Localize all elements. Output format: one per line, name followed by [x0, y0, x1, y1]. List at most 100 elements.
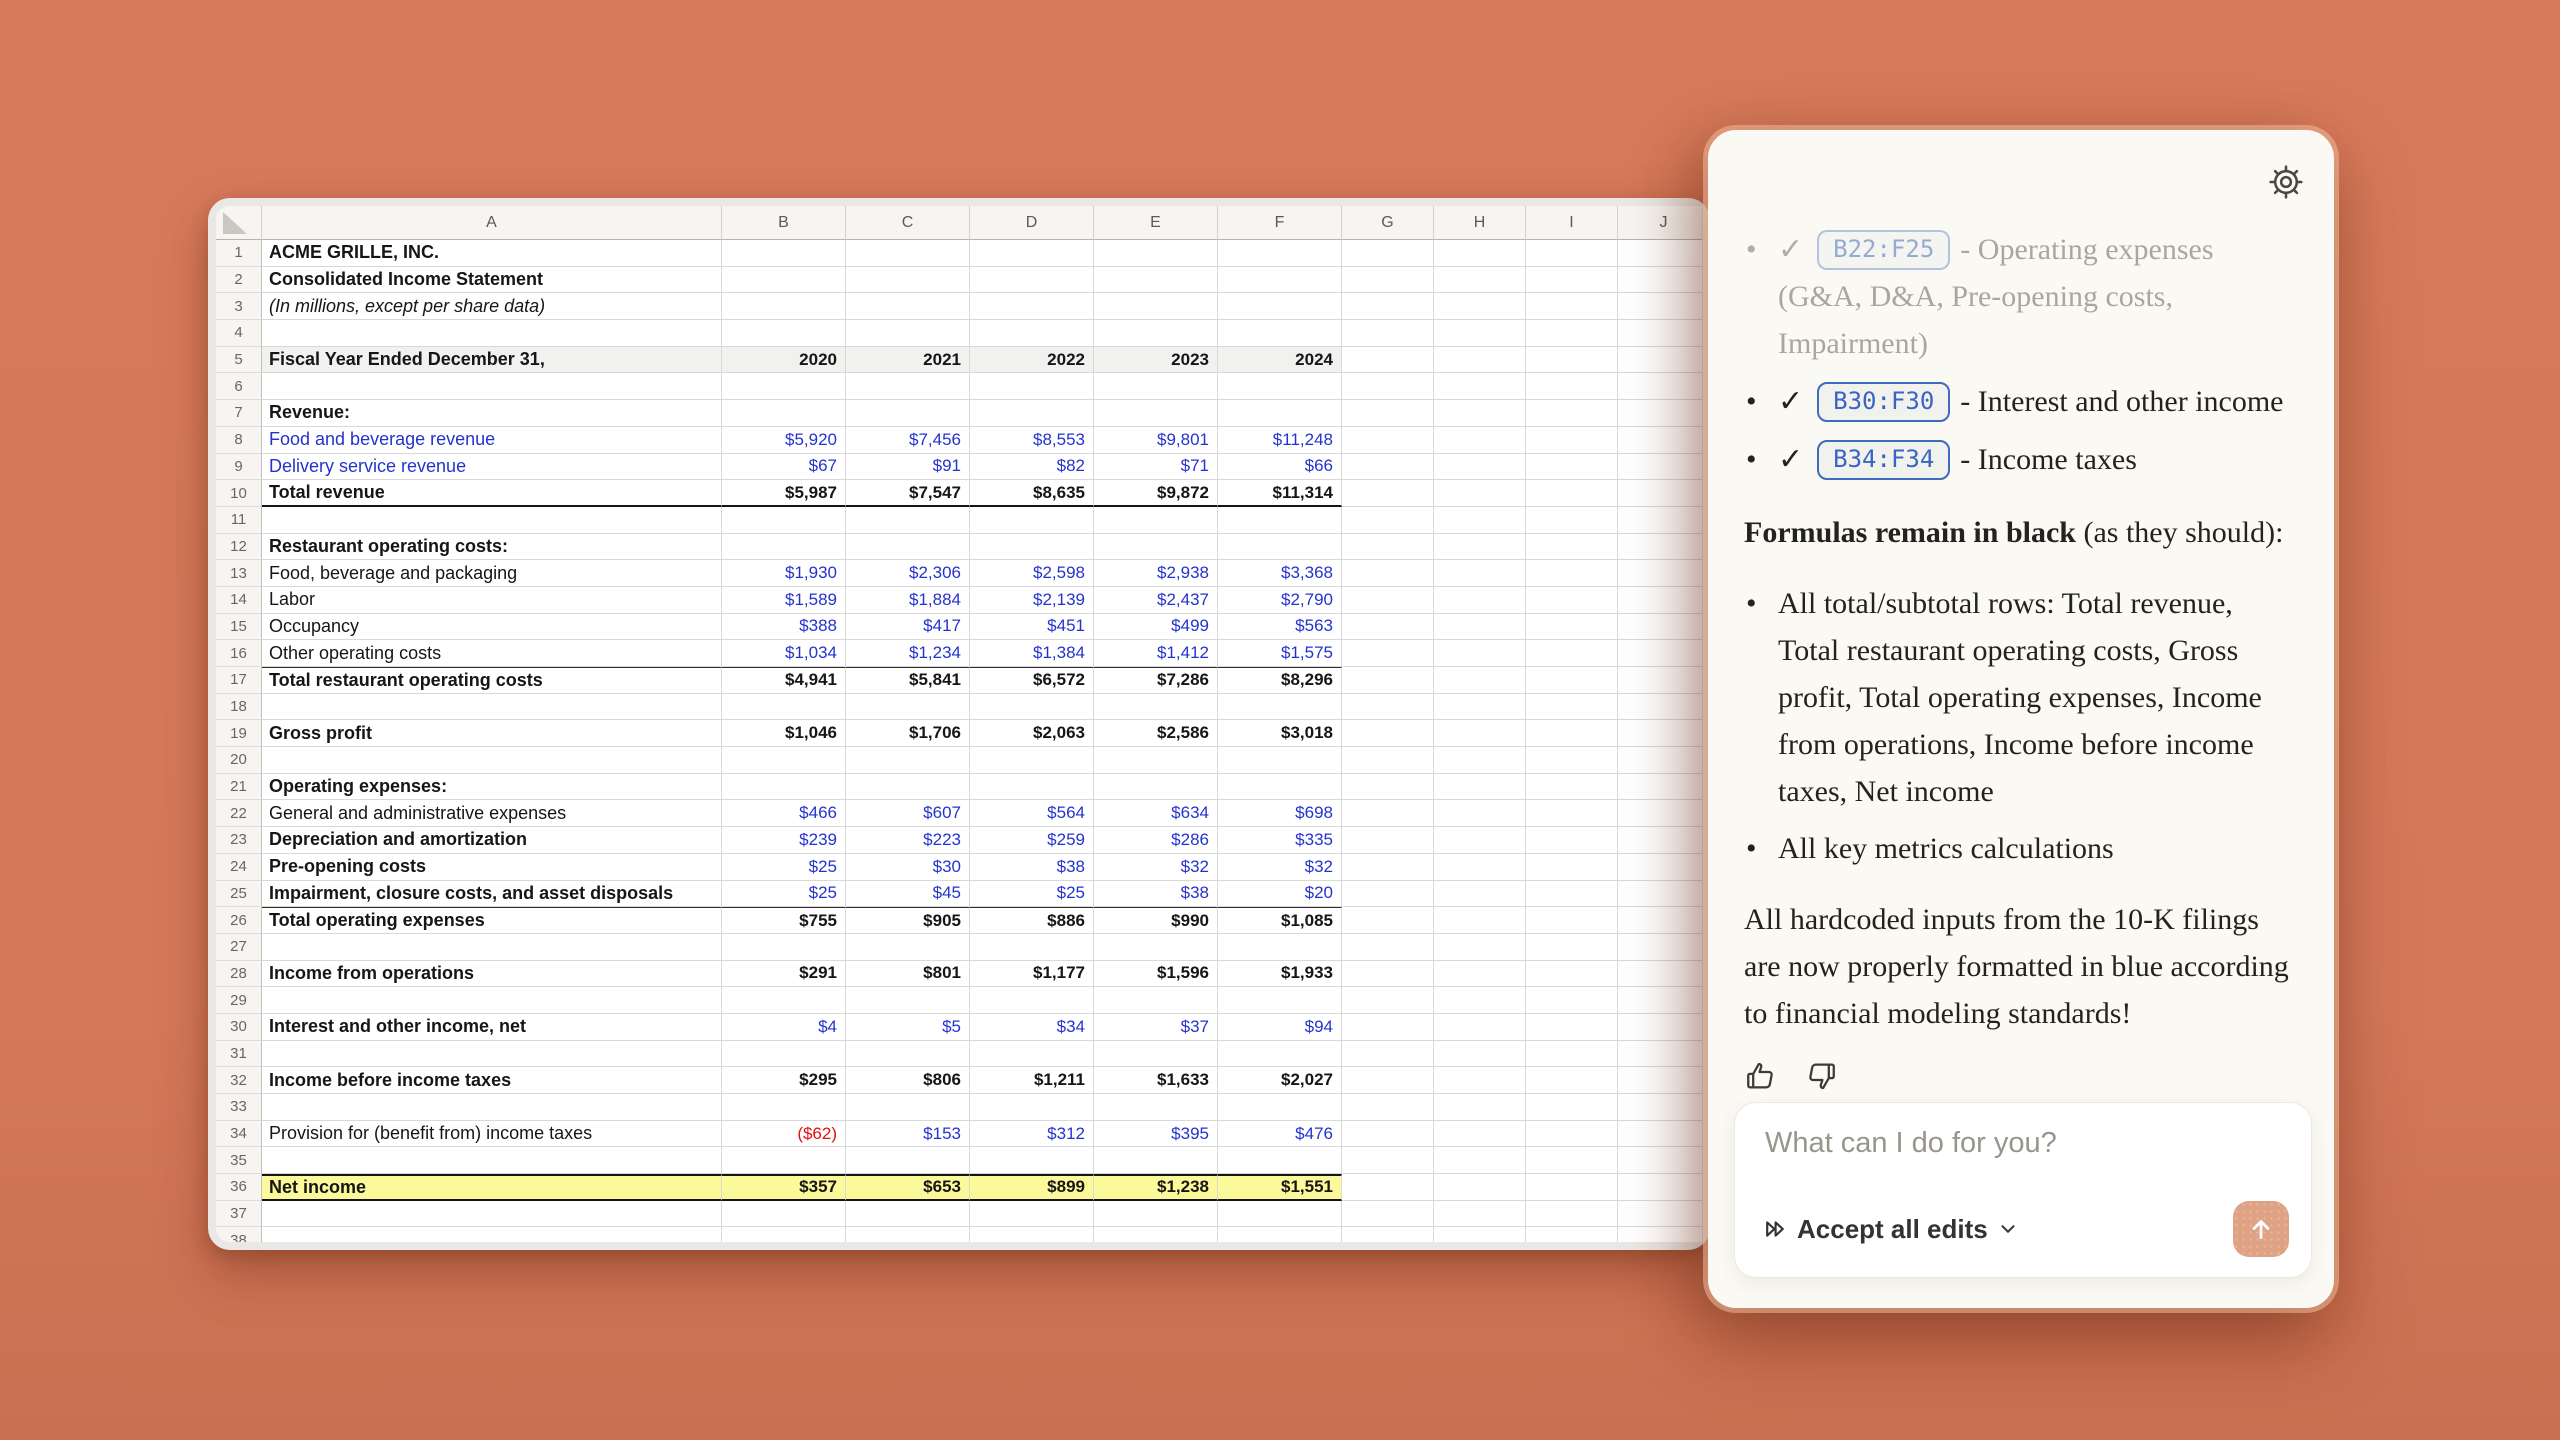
cell-D35[interactable] [970, 1147, 1094, 1174]
cell-D19[interactable]: $2,063 [970, 720, 1094, 747]
cell-E29[interactable] [1094, 987, 1218, 1014]
cell-C29[interactable] [846, 987, 970, 1014]
cell-D23[interactable]: $259 [970, 827, 1094, 854]
cell-H20[interactable] [1434, 747, 1526, 774]
cell-G13[interactable] [1342, 560, 1434, 587]
cell-E28[interactable]: $1,596 [1094, 961, 1218, 988]
column-header-F[interactable]: F [1218, 206, 1342, 240]
cell-E26[interactable]: $990 [1094, 907, 1218, 934]
cell-D2[interactable] [970, 267, 1094, 294]
cell-E30[interactable]: $37 [1094, 1014, 1218, 1041]
cell-E8[interactable]: $9,801 [1094, 427, 1218, 454]
cell-B17[interactable]: $4,941 [722, 667, 846, 694]
cell-D9[interactable]: $82 [970, 454, 1094, 481]
cell-range-chip[interactable]: B22:F25 [1817, 230, 1950, 270]
cell-D20[interactable] [970, 747, 1094, 774]
cell-E19[interactable]: $2,586 [1094, 720, 1218, 747]
row-number-16[interactable]: 16 [216, 640, 262, 667]
cell-D27[interactable] [970, 934, 1094, 961]
cell-F5[interactable]: 2024 [1218, 347, 1342, 374]
cell-A2[interactable]: Consolidated Income Statement [262, 267, 722, 294]
chat-input[interactable] [1763, 1125, 2283, 1191]
cell-D6[interactable] [970, 373, 1094, 400]
cell-B28[interactable]: $291 [722, 961, 846, 988]
cell-H6[interactable] [1434, 373, 1526, 400]
column-header-G[interactable]: G [1342, 206, 1434, 240]
cell-F14[interactable]: $2,790 [1218, 587, 1342, 614]
cell-D17[interactable]: $6,572 [970, 667, 1094, 694]
cell-D25[interactable]: $25 [970, 881, 1094, 908]
cell-E13[interactable]: $2,938 [1094, 560, 1218, 587]
cell-A13[interactable]: Food, beverage and packaging [262, 560, 722, 587]
cell-E15[interactable]: $499 [1094, 614, 1218, 641]
cell-A23[interactable]: Depreciation and amortization [262, 827, 722, 854]
cell-G18[interactable] [1342, 694, 1434, 721]
row-number-14[interactable]: 14 [216, 587, 262, 614]
cell-D1[interactable] [970, 240, 1094, 267]
cell-I1[interactable] [1526, 240, 1618, 267]
cell-F23[interactable]: $335 [1218, 827, 1342, 854]
cell-E20[interactable] [1094, 747, 1218, 774]
cell-F30[interactable]: $94 [1218, 1014, 1342, 1041]
cell-D12[interactable] [970, 534, 1094, 561]
row-number-29[interactable]: 29 [216, 987, 262, 1014]
cell-H7[interactable] [1434, 400, 1526, 427]
cell-C5[interactable]: 2021 [846, 347, 970, 374]
column-header-H[interactable]: H [1434, 206, 1526, 240]
cell-A4[interactable] [262, 320, 722, 347]
cell-J38[interactable] [1618, 1227, 1702, 1242]
cell-A3[interactable]: (In millions, except per share data) [262, 293, 722, 320]
cell-B29[interactable] [722, 987, 846, 1014]
cell-D24[interactable]: $38 [970, 854, 1094, 881]
cell-I10[interactable] [1526, 480, 1618, 507]
cell-J37[interactable] [1618, 1201, 1702, 1228]
cell-D30[interactable]: $34 [970, 1014, 1094, 1041]
cell-E21[interactable] [1094, 774, 1218, 801]
cell-G26[interactable] [1342, 907, 1434, 934]
cell-A6[interactable] [262, 373, 722, 400]
cell-C20[interactable] [846, 747, 970, 774]
cell-B23[interactable]: $239 [722, 827, 846, 854]
cell-H18[interactable] [1434, 694, 1526, 721]
cell-B36[interactable]: $357 [722, 1174, 846, 1201]
cell-F35[interactable] [1218, 1147, 1342, 1174]
cell-C17[interactable]: $5,841 [846, 667, 970, 694]
cell-G31[interactable] [1342, 1041, 1434, 1068]
cell-J15[interactable] [1618, 614, 1702, 641]
cell-D31[interactable] [970, 1041, 1094, 1068]
cell-J10[interactable] [1618, 480, 1702, 507]
cell-G35[interactable] [1342, 1147, 1434, 1174]
cell-B11[interactable] [722, 507, 846, 534]
cell-A33[interactable] [262, 1094, 722, 1121]
cell-A16[interactable]: Other operating costs [262, 640, 722, 667]
cell-F17[interactable]: $8,296 [1218, 667, 1342, 694]
cell-D36[interactable]: $899 [970, 1174, 1094, 1201]
cell-I17[interactable] [1526, 667, 1618, 694]
cell-G11[interactable] [1342, 507, 1434, 534]
cell-F6[interactable] [1218, 373, 1342, 400]
cell-J24[interactable] [1618, 854, 1702, 881]
cell-H33[interactable] [1434, 1094, 1526, 1121]
cell-C30[interactable]: $5 [846, 1014, 970, 1041]
cell-G8[interactable] [1342, 427, 1434, 454]
cell-A19[interactable]: Gross profit [262, 720, 722, 747]
cell-J6[interactable] [1618, 373, 1702, 400]
cell-G3[interactable] [1342, 293, 1434, 320]
cell-E27[interactable] [1094, 934, 1218, 961]
cell-B37[interactable] [722, 1201, 846, 1228]
cell-C25[interactable]: $45 [846, 881, 970, 908]
cell-J31[interactable] [1618, 1041, 1702, 1068]
cell-J27[interactable] [1618, 934, 1702, 961]
cell-B5[interactable]: 2020 [722, 347, 846, 374]
cell-H28[interactable] [1434, 961, 1526, 988]
select-all-corner[interactable] [216, 206, 262, 240]
cell-J30[interactable] [1618, 1014, 1702, 1041]
cell-A11[interactable] [262, 507, 722, 534]
row-number-38[interactable]: 38 [216, 1227, 262, 1242]
cell-I11[interactable] [1526, 507, 1618, 534]
cell-A20[interactable] [262, 747, 722, 774]
cell-E25[interactable]: $38 [1094, 881, 1218, 908]
cell-H34[interactable] [1434, 1121, 1526, 1148]
cell-E14[interactable]: $2,437 [1094, 587, 1218, 614]
cell-D18[interactable] [970, 694, 1094, 721]
